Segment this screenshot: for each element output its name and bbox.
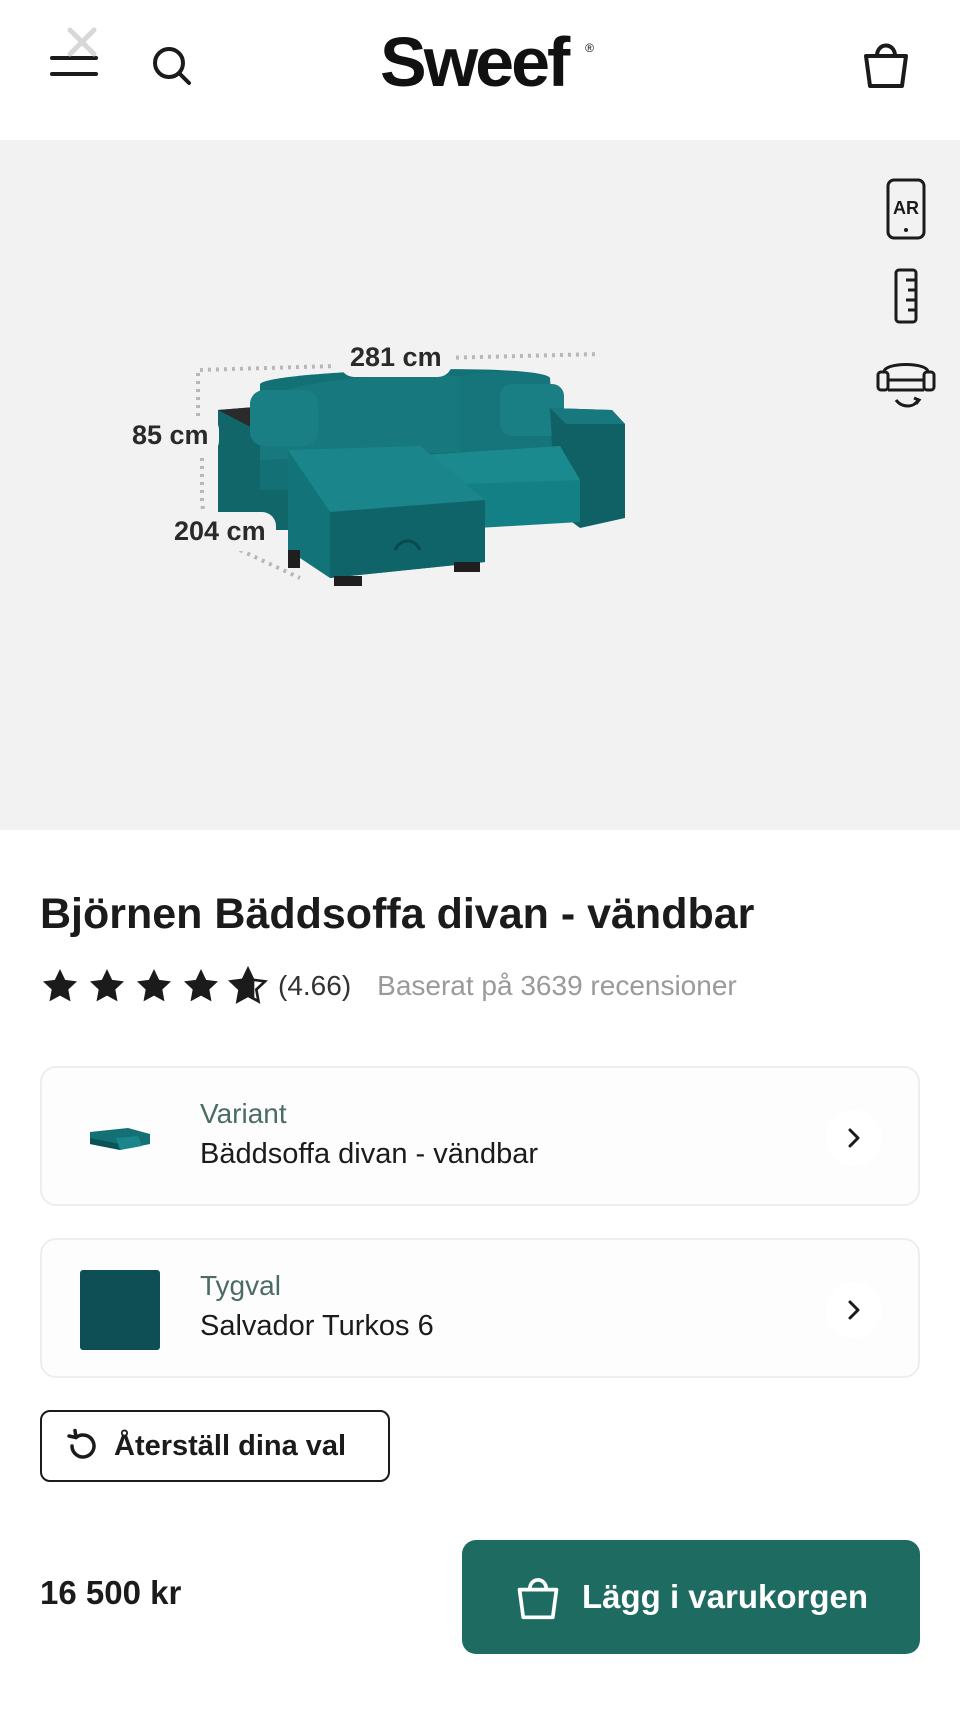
variant-value: Bäddsoffa divan - vändbar (200, 1138, 539, 1170)
sweef-logo[interactable]: Sweef ® (380, 22, 594, 102)
fabric-chevron[interactable] (826, 1282, 882, 1338)
sofa-image (196, 352, 625, 586)
star-icon (90, 969, 124, 1002)
variant-chevron[interactable] (826, 1110, 882, 1166)
star-icon (137, 969, 171, 1002)
ar-label: AR (893, 198, 919, 218)
shopping-bag-icon (517, 1578, 559, 1620)
fabric-label: Tygval (200, 1270, 281, 1301)
ar-phone-icon[interactable]: AR (874, 178, 938, 242)
fabric-selector[interactable]: Tygval Salvador Turkos 6 (40, 1238, 920, 1378)
rating-stars (38, 966, 270, 1006)
menu-button[interactable] (46, 27, 102, 90)
top-header: Sweef ® (0, 0, 960, 140)
variant-text: Variant Bäddsoffa divan - vändbar (200, 1098, 538, 1171)
search-icon[interactable] (150, 44, 194, 88)
product-price: 16 500 kr (40, 1574, 182, 1611)
variant-sofa-thumbnail (90, 1128, 150, 1150)
registered-mark: ® (585, 41, 594, 55)
logo-text: Sweef (380, 23, 570, 101)
variant-selector[interactable]: Variant Bäddsoffa divan - vändbar (40, 1066, 920, 1206)
variant-label: Variant (200, 1098, 287, 1129)
sofa-rotate-icon[interactable] (874, 350, 938, 414)
product-rating[interactable]: (4.66) Baserat på 3639 recensioner (38, 964, 737, 1008)
reset-label: Återställ dina val (114, 1429, 347, 1462)
dimension-height-label: 85 cm (122, 416, 219, 455)
reviews-count[interactable]: Baserat på 3639 recensioner (377, 970, 737, 1002)
product-title: Björnen Bäddsoffa divan - vändbar (40, 890, 755, 938)
reset-icon (67, 1428, 96, 1459)
shopping-bag-icon[interactable] (860, 36, 912, 92)
dimension-depth-label: 204 cm (164, 512, 276, 551)
product-image-area[interactable]: AR 281 cm 85 cm 204 cm (0, 140, 960, 830)
star-icon (184, 969, 218, 1002)
partial-star-icon (228, 966, 268, 1004)
chevron-right-icon (848, 1300, 860, 1320)
chevron-right-icon (848, 1128, 860, 1148)
rating-value: (4.66) (278, 970, 352, 1001)
image-tools: AR (874, 178, 938, 436)
fabric-text: Tygval Salvador Turkos 6 (200, 1270, 434, 1343)
menu-icon-bar (50, 72, 98, 76)
add-to-cart-button[interactable]: Lägg i varukorgen (462, 1540, 920, 1654)
close-icon[interactable] (62, 22, 102, 62)
reset-choices-button[interactable]: Återställ dina val (40, 1410, 390, 1482)
dimension-width-label: 281 cm (340, 338, 452, 377)
add-to-cart-label: Lägg i varukorgen (581, 1578, 869, 1615)
ruler-icon[interactable] (874, 264, 938, 328)
star-icon (43, 969, 77, 1002)
fabric-value: Salvador Turkos 6 (200, 1310, 434, 1342)
fabric-swatch (80, 1270, 160, 1350)
